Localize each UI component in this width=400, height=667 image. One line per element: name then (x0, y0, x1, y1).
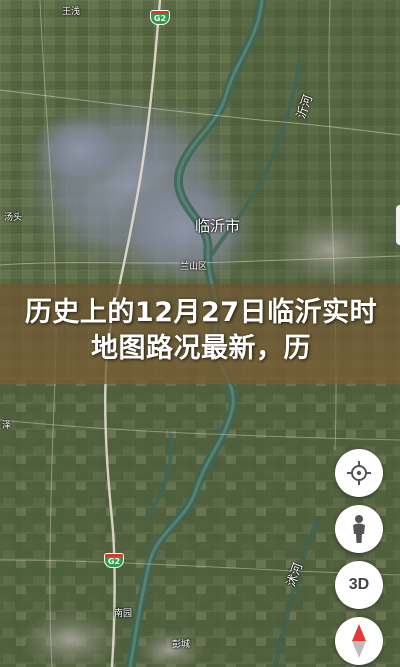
side-panel-handle[interactable] (396, 205, 400, 245)
town-label: 汤头 (4, 213, 23, 223)
highway-shield-g2: G2 (104, 553, 124, 568)
town-label: 南园 (114, 609, 133, 619)
3d-label: 3D (348, 576, 370, 593)
pegman-icon (353, 515, 365, 543)
town-label: 泽 (2, 421, 12, 431)
3d-view-button[interactable]: 3D (335, 561, 383, 609)
crosshair-icon (347, 461, 371, 485)
compass-button[interactable] (335, 617, 383, 665)
street-view-button[interactable] (335, 505, 383, 553)
district-label: 兰山区 (180, 262, 208, 272)
locate-button[interactable] (335, 449, 383, 497)
compass-icon (352, 624, 366, 658)
headline-text: 历史上的12月27日临沂实时地图路况最新，历 (24, 297, 378, 364)
highway-shield-g2: G2 (150, 10, 170, 25)
town-label: 王浅 (62, 7, 81, 17)
town-label: 彭城 (172, 640, 191, 650)
city-label-linyi: 临沂市 (195, 217, 241, 235)
